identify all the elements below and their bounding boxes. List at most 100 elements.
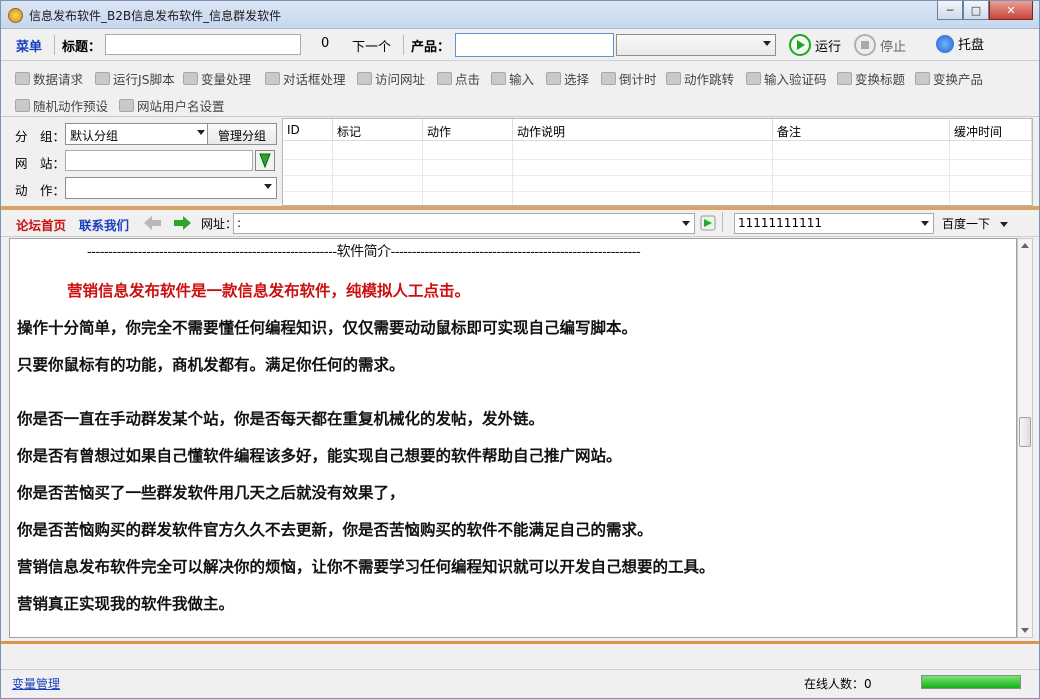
js-script-icon — [95, 72, 110, 85]
jump-icon — [666, 72, 681, 85]
product-select[interactable] — [616, 34, 776, 56]
grid-column — [773, 141, 950, 205]
action-13-button[interactable]: 随机动作预设 — [15, 96, 108, 115]
action-label: 倒计时 — [619, 72, 657, 87]
status-progress — [921, 675, 1021, 689]
forum-home-link[interactable]: 论坛首页 — [16, 215, 66, 234]
grid-header[interactable]: 备注 — [773, 119, 950, 141]
toolbar-separator — [54, 35, 55, 55]
next-button[interactable]: 下一个 — [352, 36, 391, 55]
action-label: 对话框处理 — [283, 72, 346, 87]
countdown-icon — [601, 72, 616, 85]
back-arrow-icon[interactable] — [144, 216, 162, 233]
url-value: : — [237, 216, 242, 230]
action-label: 变换产品 — [933, 72, 984, 87]
change-product-icon — [915, 72, 930, 85]
action-8-button[interactable]: 倒计时 — [601, 69, 657, 88]
search-engine-button[interactable]: 百度一下 — [942, 215, 1008, 232]
grid-header[interactable]: 缓冲时间 — [950, 119, 1032, 141]
scroll-down-icon[interactable] — [1021, 628, 1029, 633]
action-0-button[interactable]: 数据请求 — [15, 69, 83, 88]
variable-manage-link[interactable]: 变量管理 — [12, 675, 60, 692]
dialog-icon — [265, 72, 280, 85]
action-6-button[interactable]: 输入 — [491, 69, 534, 88]
menu-button[interactable]: 菜单 — [16, 36, 42, 55]
down-arrow-icon — [259, 153, 271, 169]
content-area[interactable]: ----------------------------------------… — [9, 238, 1017, 638]
status-bar: 变量管理 在线人数：0 — [1, 669, 1039, 699]
tray-icon — [936, 34, 954, 53]
action-11-button[interactable]: 变换标题 — [837, 69, 905, 88]
run-button[interactable]: 运行 — [789, 34, 841, 56]
chevron-down-icon — [763, 41, 771, 46]
title-bar[interactable]: 信息发布软件_B2B信息发布软件_信息群发软件 ─ □ ✕ — [1, 1, 1039, 29]
url-label: 网址： — [201, 217, 238, 231]
action-10-button[interactable]: 输入验证码 — [746, 69, 827, 88]
site-label: 网 站： — [15, 156, 66, 171]
go-arrow-icon[interactable] — [700, 215, 716, 234]
search-value: 11111111111 — [738, 216, 822, 230]
scroll-thumb[interactable] — [1019, 417, 1031, 447]
run-label: 运行 — [815, 39, 842, 55]
intro-line: 你是否一直在手动群发某个站，你是否每天都在重复机械化的发帖，发外链。 — [17, 409, 545, 428]
play-icon — [789, 34, 811, 56]
product-label: 产品： — [411, 40, 451, 55]
action-7-button[interactable]: 选择 — [546, 69, 589, 88]
action-label: 变量处理 — [201, 72, 252, 87]
action-label: 运行JS脚本 — [113, 72, 175, 87]
action-grid[interactable]: ID 标记 动作 动作说明 备注 缓冲时间 — [282, 118, 1033, 206]
content-scrollbar[interactable] — [1017, 238, 1033, 638]
contact-link[interactable]: 联系我们 — [79, 215, 129, 234]
close-button[interactable]: ✕ — [989, 1, 1033, 20]
action-4-button[interactable]: 访问网址 — [357, 69, 425, 88]
title-input[interactable] — [105, 34, 301, 55]
stop-button[interactable]: 停止 — [854, 34, 906, 56]
progress-fill — [922, 676, 1020, 688]
variable-icon — [183, 72, 198, 85]
action-5-button[interactable]: 点击 — [437, 69, 480, 88]
action-label: 数据请求 — [33, 72, 84, 87]
action-1-button[interactable]: 运行JS脚本 — [95, 69, 175, 88]
online-count: 在线人数：0 — [804, 677, 872, 691]
action-label: 点击 — [455, 72, 481, 87]
search-input[interactable]: 11111111111 — [734, 213, 934, 234]
scroll-up-icon[interactable] — [1021, 243, 1029, 248]
window-controls: ─ □ ✕ — [937, 1, 1033, 21]
action-select[interactable] — [65, 177, 277, 199]
chevron-down-icon — [264, 184, 272, 189]
group-select[interactable]: 默认分组 — [65, 123, 210, 145]
chevron-down-icon — [999, 222, 1008, 227]
site-input[interactable] — [65, 150, 253, 171]
captcha-icon — [746, 72, 761, 85]
product-input[interactable] — [455, 33, 614, 57]
config-panel: 分 组： 默认分组 管理分组 网 站： 动 作： — [9, 119, 281, 205]
action-label: 网站用户名设置 — [137, 99, 225, 114]
search-engine-label: 百度一下 — [942, 217, 991, 231]
stop-label: 停止 — [880, 39, 907, 55]
url-input[interactable]: : — [233, 213, 695, 234]
input-icon — [491, 72, 506, 85]
minimize-button[interactable]: ─ — [937, 1, 963, 20]
action-14-button[interactable]: 网站用户名设置 — [119, 96, 225, 115]
manage-group-button[interactable]: 管理分组 — [207, 123, 277, 145]
action-label: 变换标题 — [855, 72, 906, 87]
grid-column — [950, 141, 1032, 205]
forward-arrow-icon[interactable] — [173, 216, 191, 233]
grid-header[interactable]: 标记 — [333, 119, 423, 141]
select-icon — [546, 72, 561, 85]
site-go-button[interactable] — [255, 150, 275, 171]
tray-button[interactable]: 托盘 — [936, 34, 984, 53]
action-3-button[interactable]: 对话框处理 — [265, 69, 346, 88]
change-title-icon — [837, 72, 852, 85]
action-12-button[interactable]: 变换产品 — [915, 69, 983, 88]
grid-header[interactable]: 动作说明 — [513, 119, 773, 141]
random-preset-icon — [15, 99, 30, 112]
action-9-button[interactable]: 动作跳转 — [666, 69, 734, 88]
action-2-button[interactable]: 变量处理 — [183, 69, 251, 88]
grid-header[interactable]: 动作 — [423, 119, 513, 141]
grid-header[interactable]: ID — [283, 119, 333, 141]
grid-row-line — [283, 159, 1032, 160]
intro-line: 营销信息发布软件完全可以解决你的烦恼，让你不需要学习任何编程知识就可以开发自己想… — [17, 557, 715, 576]
action-toolbar: 数据请求 运行JS脚本 变量处理 对话框处理 访问网址 点击 输入 选择 倒计时 动作跳转 输入验证… — [1, 63, 1039, 117]
maximize-button[interactable]: □ — [963, 1, 989, 20]
